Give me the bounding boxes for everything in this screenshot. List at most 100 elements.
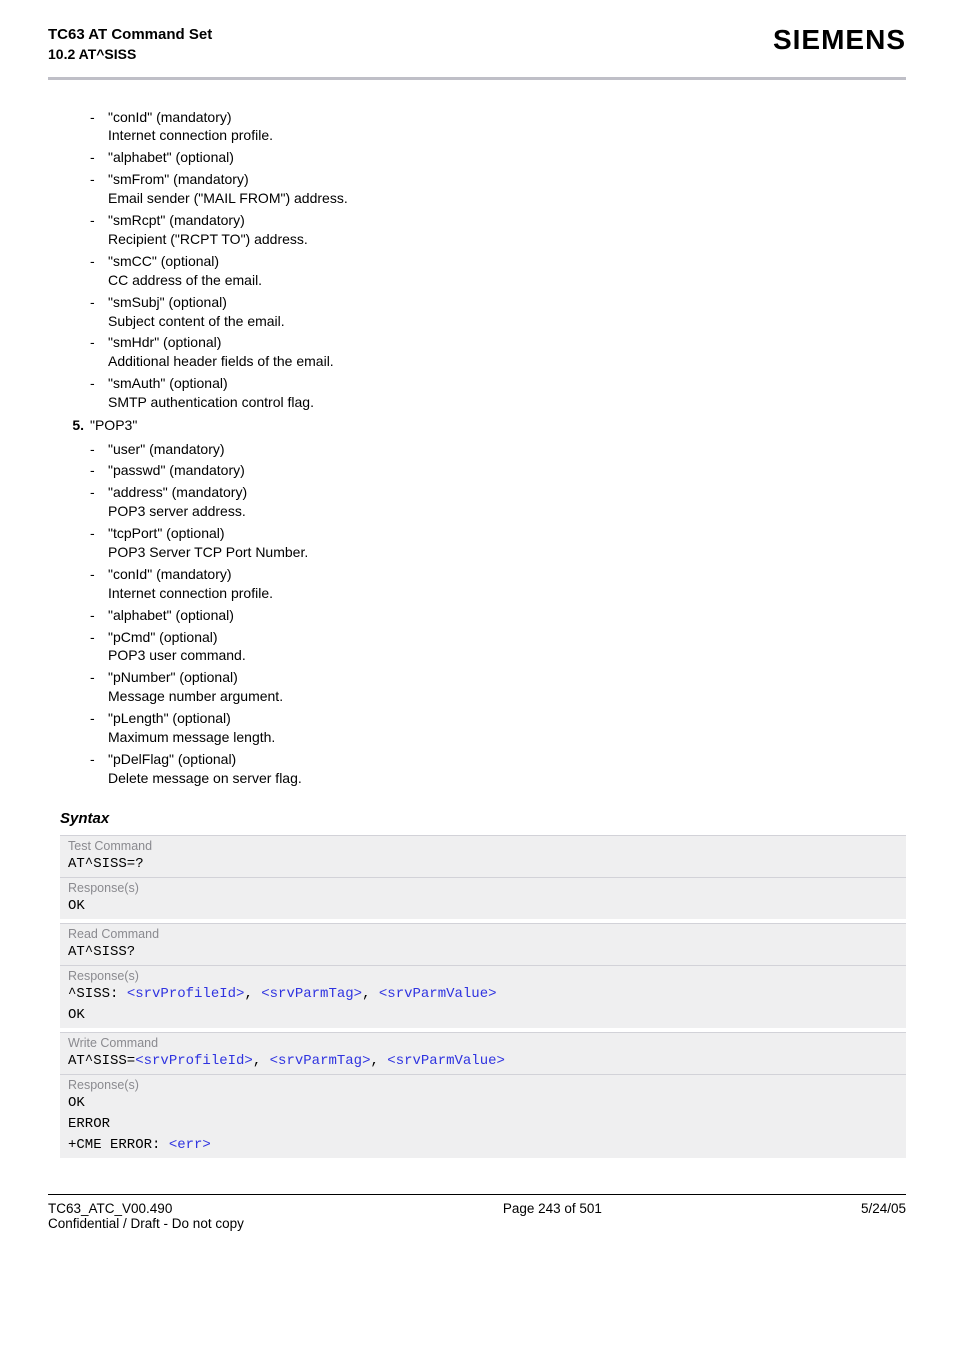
dash-bullet: - bbox=[90, 293, 108, 312]
list-item: -"address" (mandatory)POP3 server addres… bbox=[90, 483, 906, 521]
list-item: -"smFrom" (mandatory) Email sender ("MAIL… bbox=[90, 170, 906, 208]
list-item: -"alphabet" (optional) bbox=[90, 148, 906, 167]
header-divider bbox=[48, 77, 906, 80]
list-item-term: "pLength" (optional) bbox=[108, 710, 231, 726]
list-item-body: "passwd" (mandatory) bbox=[108, 461, 906, 480]
list-number: 5. bbox=[70, 416, 90, 436]
read-resp-prefix: ^SISS: bbox=[68, 986, 127, 1002]
list-item-body: "conId" (mandatory) Internet connection p… bbox=[108, 108, 906, 146]
response-ok: OK bbox=[68, 896, 898, 917]
list-item-term: "pCmd" (optional) bbox=[108, 629, 218, 645]
list-item-desc: Internet connection profile. bbox=[108, 127, 273, 143]
list-item-body: "alphabet" (optional) bbox=[108, 606, 906, 625]
list-item: -"smSubj" (optional) Subject content of t… bbox=[90, 293, 906, 331]
list-item: -"pCmd" (optional) POP3 user command. bbox=[90, 628, 906, 666]
comma: , bbox=[244, 986, 261, 1002]
list-item-term: "passwd" (mandatory) bbox=[108, 462, 245, 478]
test-command-label: Test Command bbox=[68, 838, 898, 854]
footer-confidential: Confidential / Draft - Do not copy bbox=[48, 1216, 244, 1231]
dash-bullet: - bbox=[90, 211, 108, 230]
content-area: -"conId" (mandatory)Internet connection … bbox=[48, 108, 906, 1158]
response-label-3: Response(s) bbox=[68, 1077, 898, 1093]
param-srvparmtag: <srvParmTag> bbox=[261, 986, 362, 1002]
list-item-desc: Subject content of the email. bbox=[108, 313, 285, 329]
list-item-desc: POP3 user command. bbox=[108, 647, 246, 663]
dash-bullet: - bbox=[90, 333, 108, 352]
list-item-term: "smFrom" (mandatory) bbox=[108, 171, 249, 187]
response-error: ERROR bbox=[68, 1114, 898, 1135]
list-item-body: "smHdr" (optional)Additional header fiel… bbox=[108, 333, 906, 371]
list-item: -"conId" (mandatory)Internet connection … bbox=[90, 108, 906, 146]
response-ok-3: OK bbox=[68, 1093, 898, 1114]
list-item-desc: CC address of the email. bbox=[108, 272, 262, 288]
list-item-term: "user" (mandatory) bbox=[108, 441, 225, 457]
list-item: -"user" (mandatory) bbox=[90, 440, 906, 459]
list-item: -"smAuth" (optional)SMTP authentication … bbox=[90, 374, 906, 412]
header-left: TC63 AT Command Set 10.2 AT^SISS bbox=[48, 24, 212, 65]
list-item-desc: Message number argument. bbox=[108, 688, 283, 704]
dash-bullet: - bbox=[90, 148, 108, 167]
list-item-term: "conId" (mandatory) bbox=[108, 109, 232, 125]
list-item-body: "smFrom" (mandatory) Email sender ("MAIL … bbox=[108, 170, 906, 208]
list-item-term: "smHdr" (optional) bbox=[108, 334, 221, 350]
test-response-section: Response(s) OK bbox=[60, 878, 906, 919]
dash-bullet: - bbox=[90, 565, 108, 584]
dash-bullet: - bbox=[90, 668, 108, 687]
response-ok-2: OK bbox=[68, 1005, 898, 1026]
list-item-term: "alphabet" (optional) bbox=[108, 149, 234, 165]
list-item-term: "smCC" (optional) bbox=[108, 253, 219, 269]
list-item-desc: POP3 server address. bbox=[108, 503, 246, 519]
footer-left: TC63_ATC_V00.490 Confidential / Draft - … bbox=[48, 1201, 244, 1231]
list-item: -"alphabet" (optional) bbox=[90, 606, 906, 625]
write-command-text: AT^SISS=<srvProfileId>, <srvParmTag>, <s… bbox=[68, 1051, 898, 1072]
param-srvprofileid-2: <srvProfileId> bbox=[135, 1053, 253, 1069]
dash-bullet: - bbox=[90, 440, 108, 459]
param-srvparmvalue: <srvParmValue> bbox=[379, 986, 497, 1002]
page-header: TC63 AT Command Set 10.2 AT^SISS SIEMENS bbox=[48, 24, 906, 77]
param-err: <err> bbox=[169, 1137, 211, 1153]
comma: , bbox=[362, 986, 379, 1002]
dash-bullet: - bbox=[90, 606, 108, 625]
footer-doc-id: TC63_ATC_V00.490 bbox=[48, 1201, 244, 1216]
list-item: -"conId" (mandatory) Internet connection … bbox=[90, 565, 906, 603]
list-item-body: "user" (mandatory) bbox=[108, 440, 906, 459]
list-item-term: "smAuth" (optional) bbox=[108, 375, 228, 391]
list-item-desc: POP3 Server TCP Port Number. bbox=[108, 544, 308, 560]
param-list-pop3: -"user" (mandatory)-"passwd" (mandatory)… bbox=[90, 440, 906, 788]
list-item-body: "smAuth" (optional) SMTP authentication c… bbox=[108, 374, 906, 412]
list-item: -"tcpPort" (optional)POP3 Server TCP Por… bbox=[90, 524, 906, 562]
list-item: -"smRcpt" (mandatory)Recipient ("RCPT TO… bbox=[90, 211, 906, 249]
cme-prefix: +CME ERROR: bbox=[68, 1137, 169, 1153]
list-item-desc: Internet connection profile. bbox=[108, 585, 273, 601]
brand-logo: SIEMENS bbox=[773, 24, 906, 56]
list-item-term: "smSubj" (optional) bbox=[108, 294, 227, 310]
list-item-term: "pNumber" (optional) bbox=[108, 669, 238, 685]
test-command-section: Test Command AT^SISS=? bbox=[60, 835, 906, 878]
dash-bullet: - bbox=[90, 628, 108, 647]
param-srvprofileid: <srvProfileId> bbox=[127, 986, 245, 1002]
list-item-term: "smRcpt" (mandatory) bbox=[108, 212, 245, 228]
list-item-body: "pLength" (optional)Maximum message leng… bbox=[108, 709, 906, 747]
list-item: -"passwd" (mandatory) bbox=[90, 461, 906, 480]
dash-bullet: - bbox=[90, 483, 108, 502]
read-command-label: Read Command bbox=[68, 926, 898, 942]
dash-bullet: - bbox=[90, 709, 108, 728]
footer-page: Page 243 of 501 bbox=[503, 1201, 602, 1231]
list-item-desc: Email sender ("MAIL FROM") address. bbox=[108, 190, 348, 206]
doc-title: TC63 AT Command Set bbox=[48, 24, 212, 45]
write-command-section: Write Command AT^SISS=<srvProfileId>, <s… bbox=[60, 1032, 906, 1075]
list-item-body: "pNumber" (optional) Message number argum… bbox=[108, 668, 906, 706]
dash-bullet: - bbox=[90, 170, 108, 189]
read-response-line: ^SISS: <srvProfileId>, <srvParmTag>, <sr… bbox=[68, 984, 898, 1005]
list-item-body: "address" (mandatory)POP3 server address… bbox=[108, 483, 906, 521]
syntax-heading: Syntax bbox=[60, 810, 906, 827]
response-label: Response(s) bbox=[68, 880, 898, 896]
read-command-text: AT^SISS? bbox=[68, 942, 898, 963]
read-command-section: Read Command AT^SISS? bbox=[60, 923, 906, 966]
list-item: -"smCC" (optional)CC address of the emai… bbox=[90, 252, 906, 290]
comma: , bbox=[253, 1053, 270, 1069]
read-response-section: Response(s) ^SISS: <srvProfileId>, <srvP… bbox=[60, 966, 906, 1028]
list-item-desc: SMTP authentication control flag. bbox=[108, 394, 314, 410]
response-label-2: Response(s) bbox=[68, 968, 898, 984]
list-item-term: "conId" (mandatory) bbox=[108, 566, 232, 582]
